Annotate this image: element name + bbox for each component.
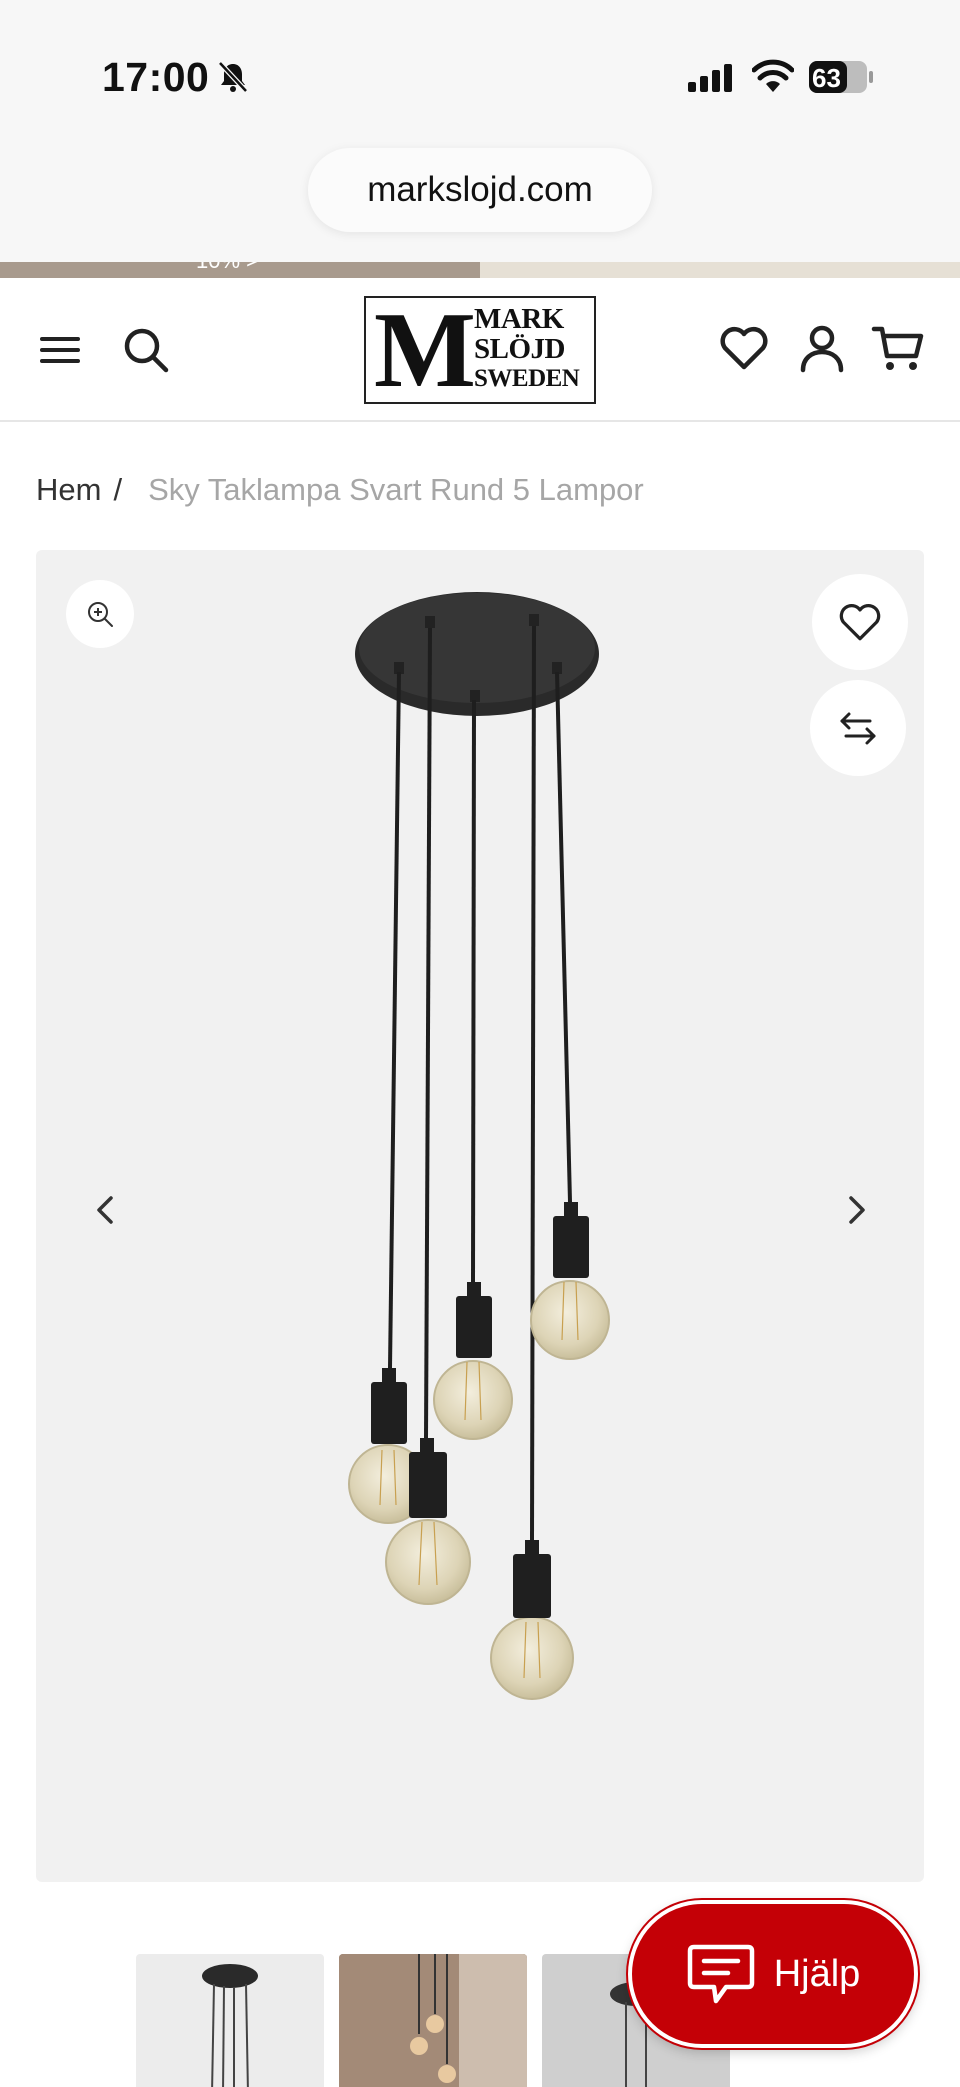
thumbnail-image [339, 1954, 527, 2087]
breadcrumb-home[interactable]: Hem [36, 472, 101, 508]
cart-icon[interactable] [870, 320, 926, 376]
site-logo[interactable]: M MARK SLÖJD SWEDEN [364, 291, 596, 410]
status-time: 17:00 [102, 54, 210, 100]
chevron-left-icon[interactable] [86, 1190, 126, 1230]
logo-line-mark: MARK [474, 303, 564, 335]
logo-line-sweden: SWEDEN [474, 365, 580, 392]
promo-strip[interactable]: 10% > [0, 262, 960, 278]
cellular-signal-icon [688, 64, 732, 92]
thumbnail-1[interactable] [136, 1954, 324, 2087]
compare-icon [840, 712, 876, 745]
breadcrumb: Hem / Sky Taklampa Svart Rund 5 Lampor [36, 472, 644, 508]
wishlist-button[interactable] [812, 574, 908, 670]
product-image [348, 592, 610, 1700]
battery-level: 63 [812, 63, 841, 93]
zoom-icon [88, 602, 113, 627]
thumbnail-image [202, 1964, 258, 2087]
help-chat-button[interactable]: Hjälp [628, 1900, 918, 2048]
breadcrumb-separator: / [113, 472, 123, 507]
account-icon[interactable] [794, 320, 850, 376]
compare-button[interactable] [810, 680, 906, 776]
promo-text: 10% > [196, 262, 259, 274]
site-header: M MARK SLÖJD SWEDEN [0, 278, 960, 422]
logo-line-slojd: SLÖJD [474, 333, 565, 365]
thumbnail-2[interactable] [339, 1954, 527, 2087]
menu-icon[interactable] [32, 322, 88, 378]
chat-icon [687, 1944, 754, 2004]
search-icon[interactable] [118, 322, 174, 378]
product-gallery[interactable] [36, 550, 924, 1882]
logo-wordmark: MARK SLÖJD SWEDEN [474, 303, 580, 394]
zoom-button[interactable] [66, 580, 134, 648]
breadcrumb-current: Sky Taklampa Svart Rund 5 Lampor [148, 472, 644, 507]
bell-muted-icon [218, 61, 248, 93]
logo-letter: M [374, 291, 476, 410]
heart-icon[interactable] [716, 320, 772, 376]
chevron-right-icon[interactable] [836, 1190, 876, 1230]
browser-chrome: 17:00 63 markslojd.com [0, 0, 960, 262]
url-bar[interactable]: markslojd.com [308, 148, 652, 232]
heart-icon [839, 604, 881, 641]
wifi-icon [752, 59, 794, 92]
help-label: Hjälp [773, 1952, 861, 1995]
